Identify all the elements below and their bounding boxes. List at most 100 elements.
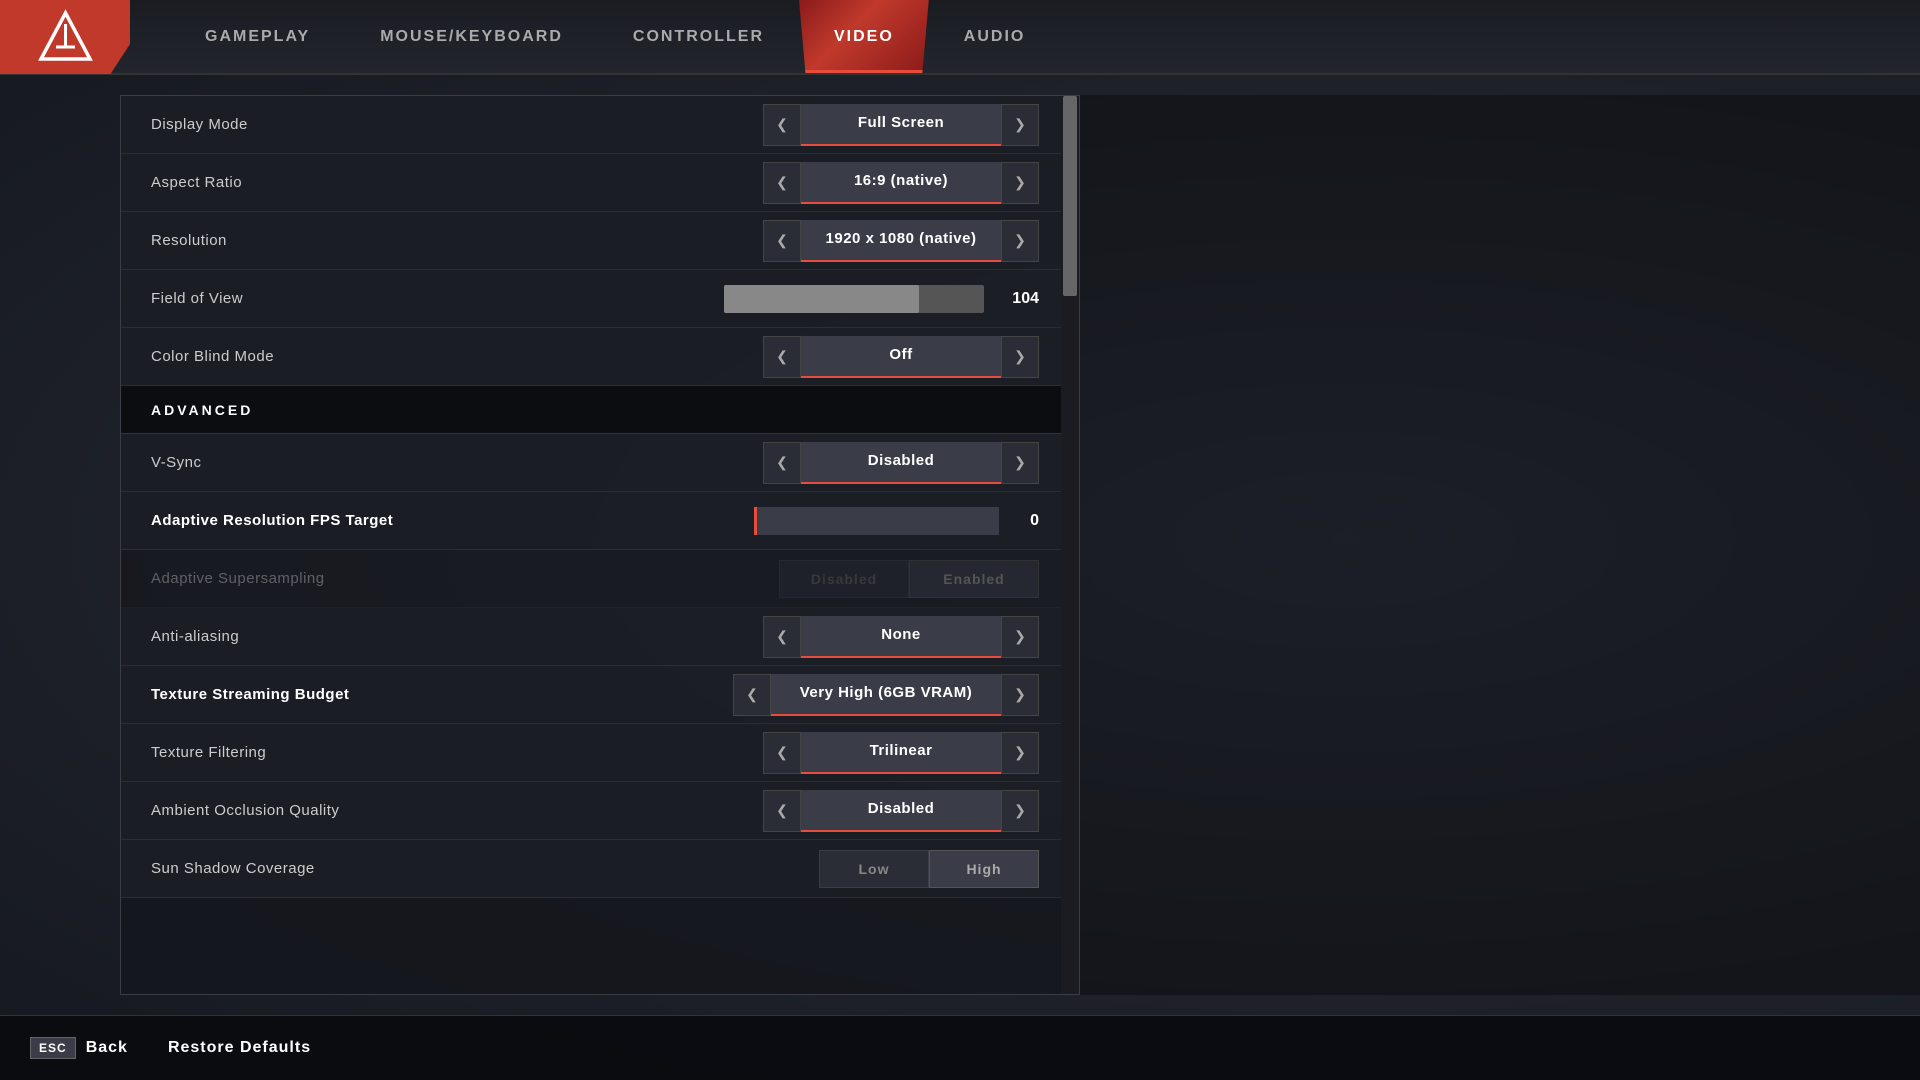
setting-row-aspect-ratio: Aspect Ratio ❮ 16:9 (native) ❯ [121,154,1079,212]
sun-shadow-low[interactable]: Low [819,850,929,888]
aspect-ratio-value: 16:9 (native) [801,172,1001,189]
sun-shadow-high[interactable]: High [929,850,1039,888]
anti-aliasing-label: Anti-aliasing [151,628,763,645]
texture-filtering-prev[interactable]: ❮ [763,732,801,774]
setting-row-texture-filtering: Texture Filtering ❮ Trilinear ❯ [121,724,1079,782]
esc-back-button[interactable]: ESC Back [30,1037,128,1059]
vsync-label: V-Sync [151,454,763,471]
texture-streaming-label: Texture Streaming Budget [151,686,733,703]
setting-row-ambient-occlusion: Ambient Occlusion Quality ❮ Disabled ❯ [121,782,1079,840]
scrollbar-thumb[interactable] [1063,96,1077,296]
scrollbar-track[interactable] [1061,96,1079,994]
anti-aliasing-prev[interactable]: ❮ [763,616,801,658]
setting-row-adaptive-supersampling: Adaptive Supersampling Disabled Enabled [121,550,1079,608]
color-blind-prev[interactable]: ❮ [763,336,801,378]
color-blind-underline [801,376,1001,378]
setting-row-resolution: Resolution ❮ 1920 x 1080 (native) ❯ [121,212,1079,270]
fov-slider[interactable] [724,285,984,313]
fov-value: 104 [999,290,1039,308]
tab-video[interactable]: VIDEO [799,0,929,73]
texture-filtering-underline [801,772,1001,774]
color-blind-next[interactable]: ❯ [1001,336,1039,378]
anti-aliasing-value: None [801,626,1001,643]
vsync-control: ❮ Disabled ❯ [763,442,1039,484]
texture-filtering-label: Texture Filtering [151,744,763,761]
display-mode-next[interactable]: ❯ [1001,104,1039,146]
fov-slider-fill [724,285,919,313]
ambient-occlusion-underline [801,830,1001,832]
setting-row-fov: Field of View 104 [121,270,1079,328]
setting-row-adaptive-res: Adaptive Resolution FPS Target 0 [121,492,1079,550]
setting-row-anti-aliasing: Anti-aliasing ❮ None ❯ [121,608,1079,666]
ambient-occlusion-prev[interactable]: ❮ [763,790,801,832]
top-navigation: GAMEPLAY MOUSE/KEYBOARD CONTROLLER VIDEO… [0,0,1920,75]
tab-audio[interactable]: AUDIO [929,0,1061,73]
texture-streaming-control: ❮ Very High (6GB VRAM) ❯ [733,674,1039,716]
resolution-label: Resolution [151,232,763,249]
ambient-occlusion-value-display: Disabled [801,790,1001,832]
bottom-bar: ESC Back Restore Defaults [0,1015,1920,1080]
vsync-next[interactable]: ❯ [1001,442,1039,484]
texture-filtering-next[interactable]: ❯ [1001,732,1039,774]
adaptive-res-label: Adaptive Resolution FPS Target [151,512,754,529]
adaptive-res-value: 0 [1009,512,1039,530]
color-blind-control: ❮ Off ❯ [763,336,1039,378]
anti-aliasing-value-display: None [801,616,1001,658]
aspect-ratio-label: Aspect Ratio [151,174,763,191]
display-mode-value-display: Full Screen [801,104,1001,146]
anti-aliasing-next[interactable]: ❯ [1001,616,1039,658]
resolution-underline [801,260,1001,262]
aspect-ratio-next[interactable]: ❯ [1001,162,1039,204]
display-mode-control: ❮ Full Screen ❯ [763,104,1039,146]
texture-streaming-underline [771,714,1001,716]
fov-slider-container: 104 [724,285,1039,313]
texture-streaming-value: Very High (6GB VRAM) [771,684,1001,701]
color-blind-value: Off [801,346,1001,363]
ambient-occlusion-next[interactable]: ❯ [1001,790,1039,832]
vsync-value: Disabled [801,452,1001,469]
texture-filtering-value: Trilinear [801,742,1001,759]
tab-controller[interactable]: CONTROLLER [598,0,799,73]
aspect-ratio-control: ❮ 16:9 (native) ❯ [763,162,1039,204]
adaptive-res-container: 0 [754,507,1039,535]
apex-logo [38,9,93,64]
settings-content: Display Mode ❮ Full Screen ❯ Aspect Rati… [121,96,1079,898]
ambient-occlusion-control: ❮ Disabled ❯ [763,790,1039,832]
tab-mouse-keyboard[interactable]: MOUSE/KEYBOARD [345,0,598,73]
setting-row-display-mode: Display Mode ❮ Full Screen ❯ [121,96,1079,154]
texture-filtering-control: ❮ Trilinear ❯ [763,732,1039,774]
anti-aliasing-control: ❮ None ❯ [763,616,1039,658]
vsync-value-display: Disabled [801,442,1001,484]
aspect-ratio-value-display: 16:9 (native) [801,162,1001,204]
texture-streaming-value-display: Very High (6GB VRAM) [771,674,1001,716]
anti-aliasing-underline [801,656,1001,658]
aspect-ratio-prev[interactable]: ❮ [763,162,801,204]
back-label: Back [86,1039,128,1057]
texture-streaming-next[interactable]: ❯ [1001,674,1039,716]
vsync-prev[interactable]: ❮ [763,442,801,484]
adaptive-supersampling-label: Adaptive Supersampling [151,570,779,587]
display-mode-label: Display Mode [151,116,763,133]
ambient-occlusion-label: Ambient Occlusion Quality [151,802,763,819]
tab-gameplay[interactable]: GAMEPLAY [170,0,345,73]
display-mode-prev[interactable]: ❮ [763,104,801,146]
resolution-next[interactable]: ❯ [1001,220,1039,262]
nav-tabs: GAMEPLAY MOUSE/KEYBOARD CONTROLLER VIDEO… [170,0,1060,73]
main-content: Display Mode ❮ Full Screen ❯ Aspect Rati… [0,75,1920,1015]
resolution-prev[interactable]: ❮ [763,220,801,262]
advanced-section-header: ADVANCED [121,386,1079,434]
adaptive-supersampling-enabled[interactable]: Enabled [909,560,1039,598]
setting-row-color-blind: Color Blind Mode ❮ Off ❯ [121,328,1079,386]
aspect-ratio-underline [801,202,1001,204]
texture-streaming-prev[interactable]: ❮ [733,674,771,716]
resolution-value-display: 1920 x 1080 (native) [801,220,1001,262]
adaptive-res-slider[interactable] [754,507,999,535]
esc-key: ESC [30,1037,76,1059]
sun-shadow-toggle: Low High [819,850,1039,888]
adaptive-supersampling-disabled[interactable]: Disabled [779,560,909,598]
adaptive-supersampling-toggle: Disabled Enabled [779,560,1039,598]
resolution-value: 1920 x 1080 (native) [801,230,1001,247]
restore-defaults-button[interactable]: Restore Defaults [168,1039,311,1057]
advanced-title: ADVANCED [151,402,253,418]
settings-panel: Display Mode ❮ Full Screen ❯ Aspect Rati… [120,95,1080,995]
